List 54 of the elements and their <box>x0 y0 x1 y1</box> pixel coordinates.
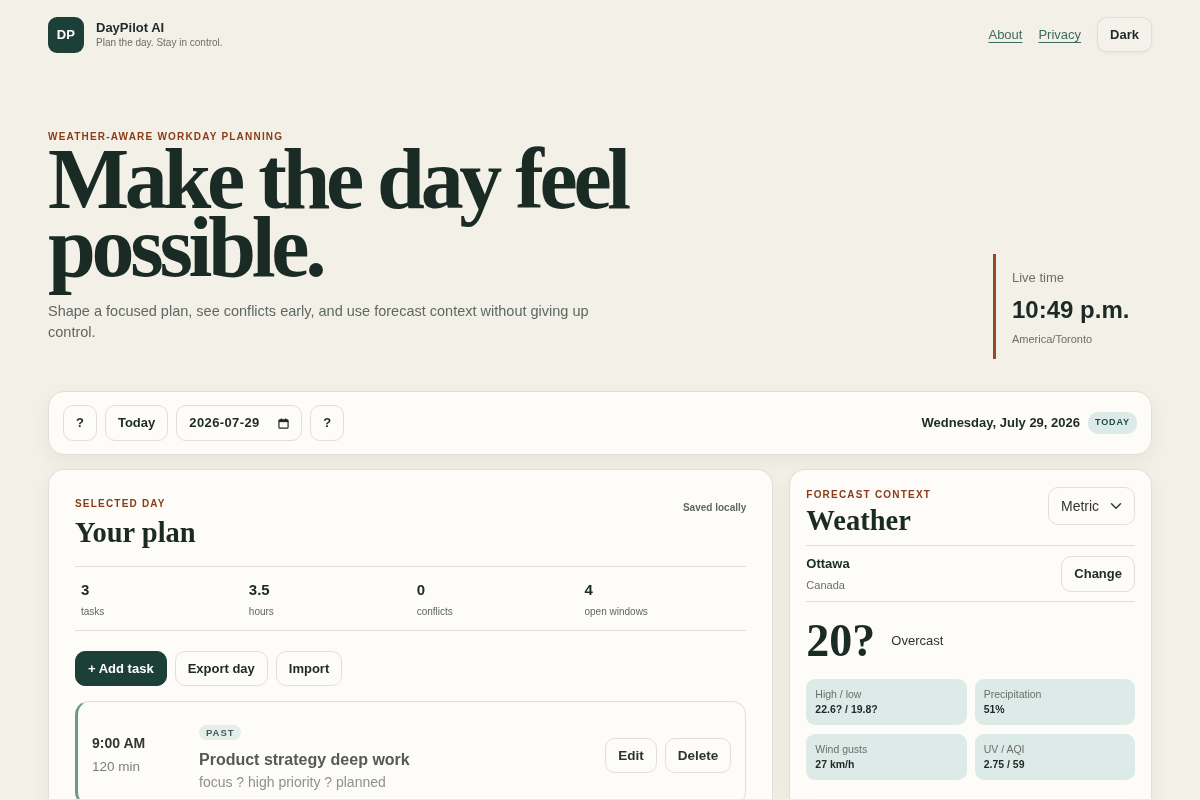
stat-label: hours <box>248 605 274 619</box>
change-location-button[interactable]: Change <box>1061 555 1135 592</box>
selected-date: Wednesday, July 29, 2026 <box>921 414 1080 433</box>
edit-button[interactable]: Edit <box>605 737 657 773</box>
units-select[interactable]: Metric <box>1048 487 1135 525</box>
metric-label: UV / AQI <box>983 743 1025 756</box>
clock-time: 10:49 p.m. <box>1012 294 1131 325</box>
temperature: 20? <box>806 617 876 665</box>
stat-label: tasks <box>81 605 105 619</box>
stat-value: 0 <box>416 581 425 599</box>
task-duration: 120 min <box>92 757 141 776</box>
metric-value: 2.75 / 59 <box>983 758 1025 771</box>
logo: DP <box>48 17 84 53</box>
task-time: 9:00 AM <box>92 733 146 753</box>
action-button[interactable]: Import <box>275 651 343 686</box>
section-eyebrow: FORECAST CONTEXT <box>806 489 932 501</box>
section-eyebrow: SELECTED DAY <box>75 498 166 510</box>
previous-day-button[interactable]: ? <box>63 405 97 441</box>
hero-subtitle: Shape a focused plan, see conflicts early, and use forecast context without giving up control. <box>48 302 590 342</box>
today-button[interactable]: Today <box>104 405 169 441</box>
metric-label: High / low <box>815 688 862 701</box>
metric-label: Wind gusts <box>815 743 868 756</box>
save-status: Saved locally <box>682 501 747 515</box>
app-title: DayPilot AI <box>96 20 166 36</box>
action-button[interactable]: Export day <box>174 651 268 686</box>
stat-value: 4 <box>584 581 593 599</box>
task-meta: focus ? high priority ? planned <box>199 773 386 791</box>
date-field[interactable]: 2026-07-29 <box>176 405 303 441</box>
stat-label: open windows <box>584 605 648 619</box>
metric-label: Precipitation <box>983 688 1042 701</box>
stat-value: 3.5 <box>248 581 270 599</box>
clock-label: Live time <box>1012 269 1066 287</box>
metric-value: 22.6? / 19.8? <box>815 703 878 716</box>
calendar-icon[interactable] <box>278 417 290 429</box>
weather-condition: Overcast <box>891 632 944 651</box>
time-zone: America/Toronto <box>1012 331 1094 347</box>
city-name: Ottawa <box>806 555 850 573</box>
app-tagline: Plan the day. Stay in control. <box>96 36 223 50</box>
stat-value: 3 <box>81 581 90 599</box>
nav-link[interactable]: About <box>988 24 1023 45</box>
country-name: Canada <box>806 577 845 593</box>
delete-button[interactable]: Delete <box>664 737 732 773</box>
theme-toggle-button[interactable]: Dark <box>1097 17 1152 52</box>
stat-label: conflicts <box>416 605 453 619</box>
today-badge: TODAY <box>1088 412 1137 434</box>
section-title: Your plan <box>75 517 196 549</box>
status-badge: PAST <box>199 725 242 740</box>
next-day-button[interactable]: ? <box>310 405 345 441</box>
metric-value: 51% <box>983 703 1005 716</box>
nav-link[interactable]: Privacy <box>1038 24 1082 45</box>
section-title: Weather <box>806 505 911 537</box>
task-title: Product strategy deep work <box>199 750 410 769</box>
add-task-button[interactable]: + Add task <box>75 651 167 686</box>
metric-value: 27 km/h <box>815 758 855 771</box>
